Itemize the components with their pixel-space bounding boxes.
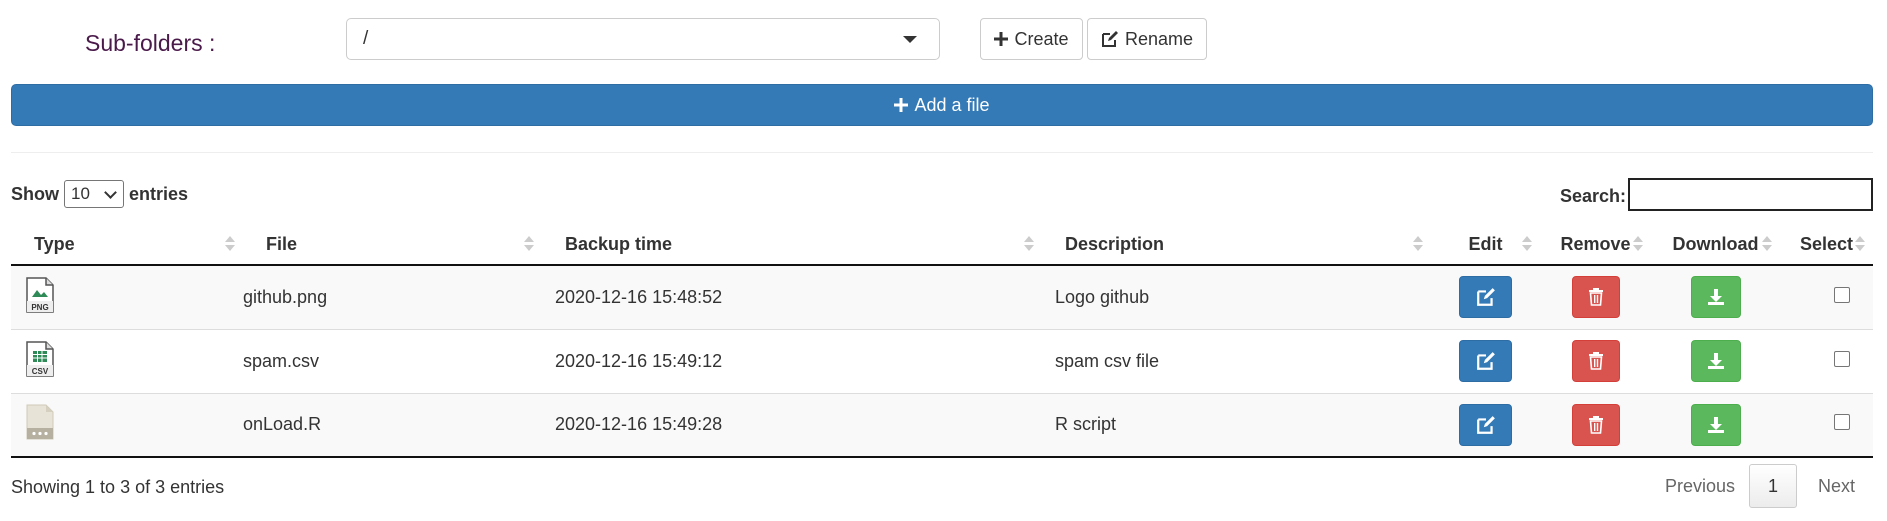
column-header-download[interactable]: Download <box>1651 224 1780 266</box>
table-info: Showing 1 to 3 of 3 entries <box>11 477 225 497</box>
download-button[interactable] <box>1690 403 1741 446</box>
entries-per-page-select[interactable]: 10 <box>64 180 124 208</box>
png-file-icon: PNG <box>26 277 54 313</box>
table-row: CSV spam.csv 2020-12-16 15:49:12 spam cs… <box>11 328 1873 393</box>
length-menu: Show 10 entries <box>11 180 188 208</box>
download-button[interactable] <box>1690 340 1741 382</box>
previous-page-button[interactable]: Previous <box>1665 464 1735 508</box>
column-header-type[interactable]: Type <box>11 224 243 266</box>
divider <box>11 152 1873 153</box>
rename-folder-button[interactable]: Rename <box>1087 18 1207 60</box>
select-checkbox[interactable] <box>1834 286 1850 303</box>
select-checkbox[interactable] <box>1834 414 1850 431</box>
backup-time: 2020-12-16 15:49:12 <box>542 328 1042 393</box>
description: spam csv file <box>1042 328 1431 393</box>
generic-file-icon <box>26 404 54 440</box>
edit-button[interactable] <box>1459 276 1512 319</box>
column-header-edit[interactable]: Edit <box>1431 224 1540 266</box>
column-header-backup-time[interactable]: Backup time <box>542 224 1042 266</box>
download-icon <box>1707 353 1724 369</box>
csv-file-icon: CSV <box>26 340 54 377</box>
backup-time: 2020-12-16 15:49:28 <box>542 392 1042 458</box>
column-header-file[interactable]: File <box>243 224 542 266</box>
remove-button[interactable] <box>1571 340 1620 382</box>
sort-icon <box>1855 236 1865 251</box>
sort-icon <box>225 236 235 251</box>
entries-label: entries <box>129 183 189 204</box>
column-header-select[interactable]: Select <box>1780 224 1873 266</box>
description: Logo github <box>1042 264 1431 329</box>
column-header-description[interactable]: Description <box>1042 224 1431 266</box>
remove-button[interactable] <box>1571 403 1620 446</box>
remove-button[interactable] <box>1571 276 1620 319</box>
sort-icon <box>1522 236 1532 251</box>
add-file-button[interactable]: Add a file <box>11 84 1873 126</box>
subfolder-select-value: / <box>363 28 369 49</box>
files-table: Type File Backup time Description Edit R… <box>11 224 1873 458</box>
download-icon <box>1707 289 1724 306</box>
edit-icon <box>1476 352 1495 370</box>
subfolders-label: Sub-folders : <box>85 30 216 56</box>
table-row: PNG github.png 2020-12-16 15:48:52 Logo … <box>11 264 1873 329</box>
download-button[interactable] <box>1690 276 1741 319</box>
backup-time: 2020-12-16 15:48:52 <box>542 264 1042 329</box>
download-icon <box>1707 416 1724 433</box>
trash-icon <box>1588 415 1603 434</box>
edit-button[interactable] <box>1459 403 1512 446</box>
show-label: Show <box>11 183 59 204</box>
add-file-label: Add a file <box>914 94 990 115</box>
file-name: github.png <box>243 264 542 329</box>
table-row: onLoad.R 2020-12-16 15:49:28 R script <box>11 392 1873 458</box>
svg-text:PNG: PNG <box>31 303 48 312</box>
plus-icon <box>894 98 909 112</box>
edit-icon <box>1476 288 1495 307</box>
rename-folder-label: Rename <box>1124 28 1194 49</box>
column-header-remove[interactable]: Remove <box>1540 224 1651 266</box>
file-name: onLoad.R <box>243 392 542 458</box>
edit-button[interactable] <box>1459 340 1512 382</box>
trash-icon <box>1588 288 1603 307</box>
sort-icon <box>1762 236 1772 251</box>
svg-text:CSV: CSV <box>32 367 49 376</box>
create-folder-label: Create <box>1014 28 1069 49</box>
search-label: Search: <box>1560 186 1627 206</box>
description: R script <box>1042 392 1431 458</box>
sort-icon <box>1413 236 1423 251</box>
plus-icon <box>994 32 1009 46</box>
search-input[interactable] <box>1628 178 1873 211</box>
edit-icon <box>1476 415 1495 434</box>
caret-down-icon <box>903 36 917 43</box>
trash-icon <box>1588 352 1603 370</box>
page-button-current[interactable]: 1 <box>1749 464 1797 508</box>
entries-per-page-value: 10 <box>71 184 90 203</box>
subfolder-select[interactable]: / <box>346 18 940 60</box>
table-header-row: Type File Backup time Description Edit R… <box>11 224 1873 266</box>
sort-icon <box>1633 236 1643 251</box>
select-checkbox[interactable] <box>1834 350 1850 367</box>
chevron-down-icon <box>104 186 117 199</box>
sort-icon <box>1024 236 1034 251</box>
create-folder-button[interactable]: Create <box>980 18 1083 60</box>
sort-icon <box>524 236 534 251</box>
file-name: spam.csv <box>243 328 542 393</box>
next-page-button[interactable]: Next <box>1818 464 1855 508</box>
edit-icon <box>1101 31 1118 47</box>
